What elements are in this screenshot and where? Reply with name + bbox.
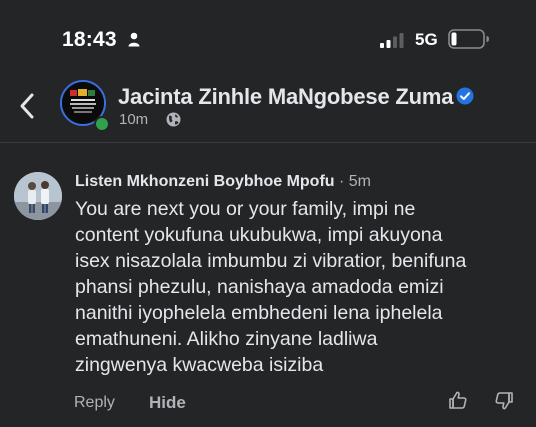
commenter-avatar-image <box>14 172 62 220</box>
comment-line: content yokufuna ukubukwa, impi akuyona <box>75 224 443 246</box>
status-time: 18:43 <box>62 28 117 51</box>
online-status-dot <box>94 116 110 132</box>
page-name[interactable]: Jacinta Zinhle MaNgobese Zuma <box>118 84 453 110</box>
comment-separator: · <box>339 173 345 190</box>
comment-text: You are next you or your family, impi ne… <box>75 196 525 378</box>
network-type-label: 5G <box>415 30 438 49</box>
reply-button[interactable]: Reply <box>74 394 115 412</box>
comment-line: zingwenya kwacweba isiziba <box>75 354 324 376</box>
commenter-avatar[interactable] <box>14 172 62 220</box>
thumbs-up-icon[interactable] <box>448 390 468 410</box>
post-time: 10m <box>119 111 149 128</box>
post-header: Jacinta Zinhle MaNgobese Zuma 10m <box>0 72 536 143</box>
comment-line: nanithi iyophelela embhedeni lena iphele… <box>75 302 443 324</box>
chevron-left-icon[interactable] <box>18 92 36 120</box>
comment-line: You are next you or your family, impi ne <box>75 198 416 220</box>
comment-time: 5m <box>348 173 372 190</box>
comment-author-row: Listen Mkhonzeni Boybhoe Mpofu · 5m <box>75 173 371 191</box>
comment-line: emathuneni. Alikho zinyane ladliwa <box>75 328 378 350</box>
comment-line: isex nisazolala imbumbu zi vibratior, be… <box>75 250 467 272</box>
status-bar: 18:43 5G <box>0 0 536 72</box>
comment-line: phansi phezulu, nanishaya amadoda emizi <box>75 276 444 298</box>
person-icon <box>128 32 140 47</box>
thumbs-down-icon[interactable] <box>494 391 514 411</box>
signal-bars-icon <box>380 33 404 48</box>
battery-icon <box>448 29 489 49</box>
hide-button[interactable]: Hide <box>149 393 186 413</box>
globe-icon <box>166 112 181 127</box>
comment-author[interactable]: Listen Mkhonzeni Boybhoe Mpofu <box>75 173 335 190</box>
verified-badge-icon <box>456 87 474 105</box>
comment: Listen Mkhonzeni Boybhoe Mpofu · 5m You … <box>0 160 536 427</box>
